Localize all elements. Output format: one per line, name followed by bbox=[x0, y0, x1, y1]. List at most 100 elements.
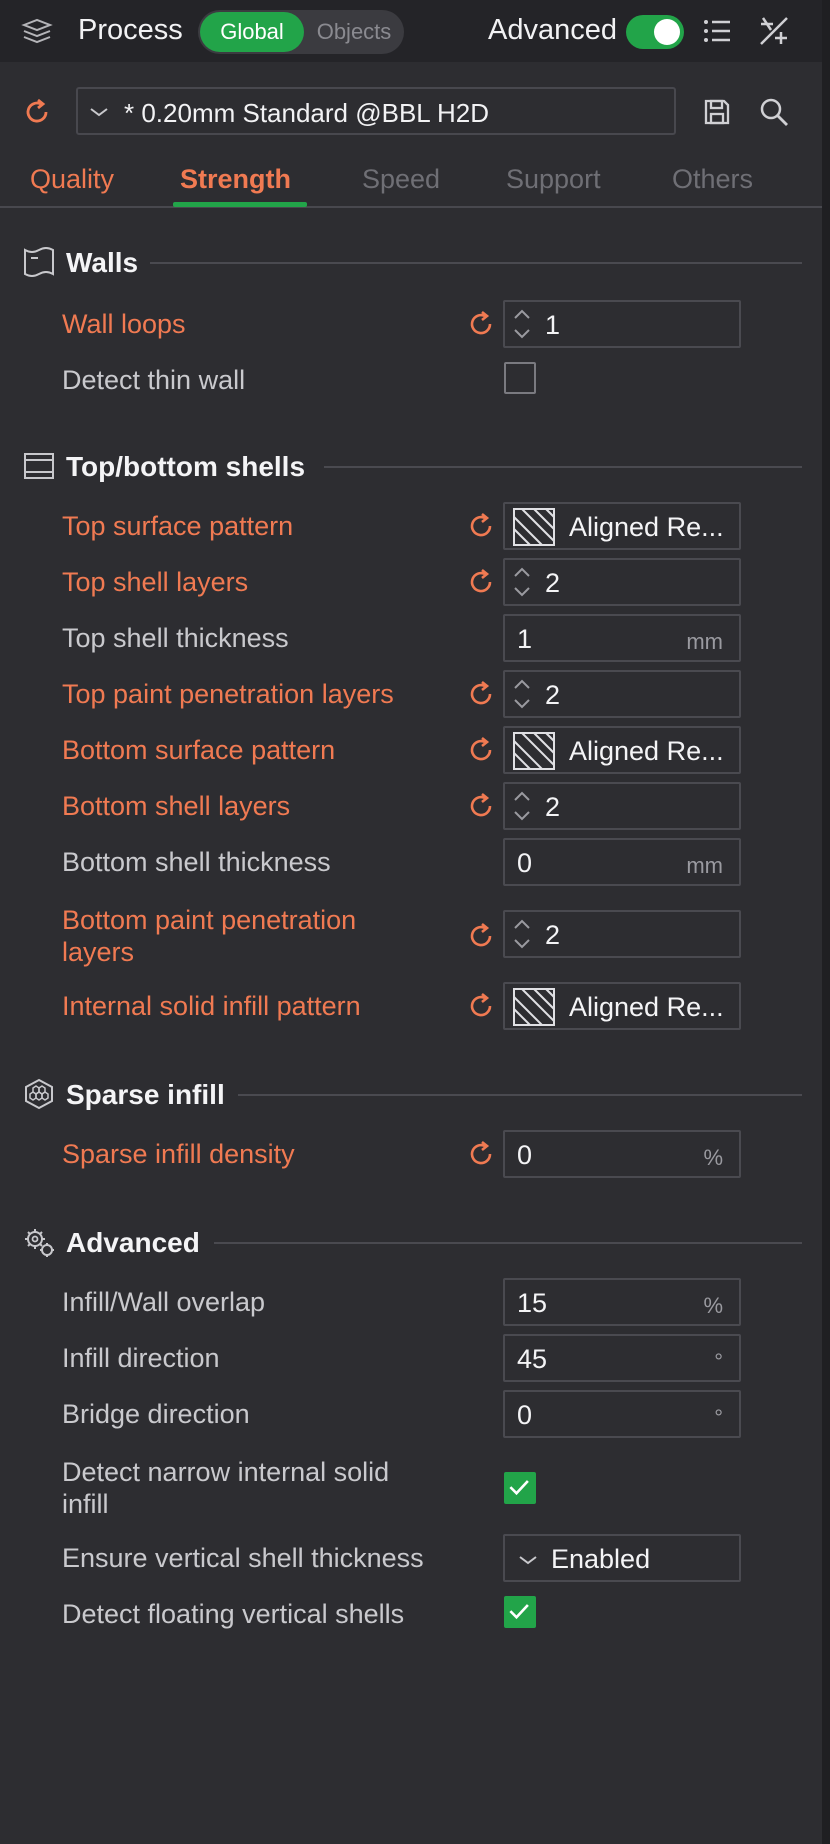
setting-label: Sparse infill density bbox=[62, 1139, 295, 1169]
sparse-density-input[interactable]: 0 % bbox=[503, 1130, 741, 1178]
global-tab[interactable]: Global bbox=[200, 12, 304, 52]
reset-icon[interactable] bbox=[466, 991, 496, 1021]
tab-support[interactable]: Support bbox=[506, 164, 601, 195]
active-tab-indicator bbox=[173, 202, 307, 207]
field-value: 45 bbox=[517, 1344, 548, 1374]
bottom-surface-pattern-select[interactable]: Aligned Re... bbox=[503, 726, 741, 774]
objects-tab[interactable]: Objects bbox=[306, 12, 402, 52]
gears-icon bbox=[25, 1229, 54, 1257]
field-value: 0 bbox=[517, 1400, 533, 1430]
section-divider bbox=[238, 1094, 802, 1096]
scrollbar[interactable] bbox=[822, 0, 830, 1844]
toggle-knob bbox=[654, 19, 680, 45]
bridge-direction-input[interactable]: 0 ° bbox=[503, 1390, 741, 1438]
detect-thin-wall-checkbox[interactable] bbox=[504, 362, 536, 394]
stepper-arrows-icon[interactable] bbox=[507, 674, 537, 714]
field-value: Enabled bbox=[551, 1544, 651, 1574]
tab-quality[interactable]: Quality bbox=[30, 164, 114, 195]
setting-label: Wall loops bbox=[62, 309, 186, 339]
setting-label: Infill direction bbox=[62, 1343, 220, 1373]
setting-label: Detect floating vertical shells bbox=[62, 1599, 405, 1629]
setting-label-line1: Detect narrow internal solid bbox=[62, 1457, 390, 1487]
unit-label: % bbox=[703, 1145, 723, 1170]
bottom-shell-layers-spinner[interactable]: 2 bbox=[503, 782, 741, 830]
tab-strength[interactable]: Strength bbox=[180, 164, 291, 195]
setting-label: Bottom shell thickness bbox=[62, 847, 331, 877]
advanced-label: Advanced bbox=[488, 14, 617, 46]
detect-narrow-checkbox[interactable] bbox=[504, 1472, 536, 1504]
compare-icon[interactable] bbox=[757, 14, 791, 48]
section-top-bottom: Top/bottom shells bbox=[0, 446, 822, 486]
setting-label: Top shell thickness bbox=[62, 623, 289, 653]
setting-label: Bottom paint penetration layers bbox=[62, 904, 356, 968]
reset-icon[interactable] bbox=[466, 679, 496, 709]
setting-label: Top shell layers bbox=[62, 567, 249, 597]
unit-label: % bbox=[703, 1293, 723, 1318]
field-value: 15 bbox=[517, 1288, 548, 1318]
unit-label: mm bbox=[686, 629, 723, 654]
setting-label: Top paint penetration layers bbox=[62, 679, 394, 709]
pattern-icon bbox=[513, 732, 555, 770]
advanced-toggle[interactable] bbox=[626, 15, 684, 49]
infill-direction-input[interactable]: 45 ° bbox=[503, 1334, 741, 1382]
overlap-input[interactable]: 15 % bbox=[503, 1278, 741, 1326]
setting-label: Infill/Wall overlap bbox=[62, 1287, 266, 1317]
top-surface-pattern-select[interactable]: Aligned Re... bbox=[503, 502, 741, 550]
scope-switch: Global Objects bbox=[198, 10, 404, 54]
process-header: Process Global Objects Advanced bbox=[0, 0, 822, 62]
shells-icon bbox=[24, 453, 54, 479]
field-value: Aligned Re... bbox=[569, 512, 724, 542]
reset-icon[interactable] bbox=[466, 309, 496, 339]
section-walls: Walls bbox=[0, 242, 822, 282]
setting-label-line2: infill bbox=[62, 1489, 109, 1519]
preset-name: * 0.20mm Standard @BBL H2D bbox=[124, 98, 490, 128]
reset-icon[interactable] bbox=[466, 567, 496, 597]
checkmark-icon bbox=[509, 1604, 529, 1620]
setting-label-line1: Bottom paint penetration bbox=[62, 905, 357, 935]
search-icon[interactable] bbox=[757, 95, 791, 129]
detect-floating-checkbox[interactable] bbox=[504, 1596, 536, 1628]
bottom-paint-layers-spinner[interactable]: 2 bbox=[503, 910, 741, 958]
process-panel: Process Global Objects Advanced * 0.20mm… bbox=[0, 0, 822, 1844]
section-sparse-infill: Sparse infill bbox=[0, 1074, 822, 1114]
chevron-down-icon bbox=[90, 108, 108, 117]
field-value: 1 bbox=[545, 310, 561, 340]
section-title: Advanced bbox=[66, 1227, 200, 1258]
unit-label: ° bbox=[714, 1405, 723, 1430]
save-icon[interactable] bbox=[700, 95, 734, 129]
list-icon[interactable] bbox=[700, 14, 734, 48]
field-value: 0 bbox=[517, 848, 533, 878]
reset-icon[interactable] bbox=[466, 791, 496, 821]
reset-icon[interactable] bbox=[466, 1139, 496, 1169]
setting-label: Bridge direction bbox=[62, 1399, 250, 1429]
section-title: Walls bbox=[66, 247, 139, 278]
internal-solid-pattern-select[interactable]: Aligned Re... bbox=[503, 982, 741, 1030]
reset-icon[interactable] bbox=[466, 511, 496, 541]
setting-label: Internal solid infill pattern bbox=[62, 991, 361, 1021]
panel-title: Process bbox=[78, 14, 183, 46]
stepper-arrows-icon[interactable] bbox=[507, 786, 537, 826]
section-divider bbox=[214, 1242, 802, 1244]
field-value: 1 bbox=[517, 624, 533, 654]
stepper-arrows-icon[interactable] bbox=[507, 304, 537, 344]
ensure-vertical-select[interactable]: Enabled bbox=[503, 1534, 741, 1582]
top-shell-thickness-input[interactable]: 1 mm bbox=[503, 614, 741, 662]
tab-speed[interactable]: Speed bbox=[362, 164, 440, 195]
wall-icon bbox=[24, 247, 54, 277]
honeycomb-icon bbox=[25, 1078, 53, 1110]
bottom-shell-thickness-input[interactable]: 0 mm bbox=[503, 838, 741, 886]
reset-icon[interactable] bbox=[466, 735, 496, 765]
top-shell-layers-spinner[interactable]: 2 bbox=[503, 558, 741, 606]
setting-label: Top surface pattern bbox=[62, 511, 294, 541]
reset-icon[interactable] bbox=[466, 921, 496, 951]
wall-loops-spinner[interactable]: 1 bbox=[503, 300, 741, 348]
tab-others[interactable]: Others bbox=[672, 164, 753, 195]
top-paint-layers-spinner[interactable]: 2 bbox=[503, 670, 741, 718]
section-divider bbox=[324, 466, 802, 468]
stepper-arrows-icon[interactable] bbox=[507, 914, 537, 954]
stepper-arrows-icon[interactable] bbox=[507, 562, 537, 602]
settings-tabs: Quality Strength Speed Support Others bbox=[0, 160, 822, 208]
field-value: Aligned Re... bbox=[569, 992, 724, 1022]
preset-select[interactable]: * 0.20mm Standard @BBL H2D bbox=[76, 87, 676, 135]
reset-preset-icon[interactable] bbox=[22, 97, 52, 127]
